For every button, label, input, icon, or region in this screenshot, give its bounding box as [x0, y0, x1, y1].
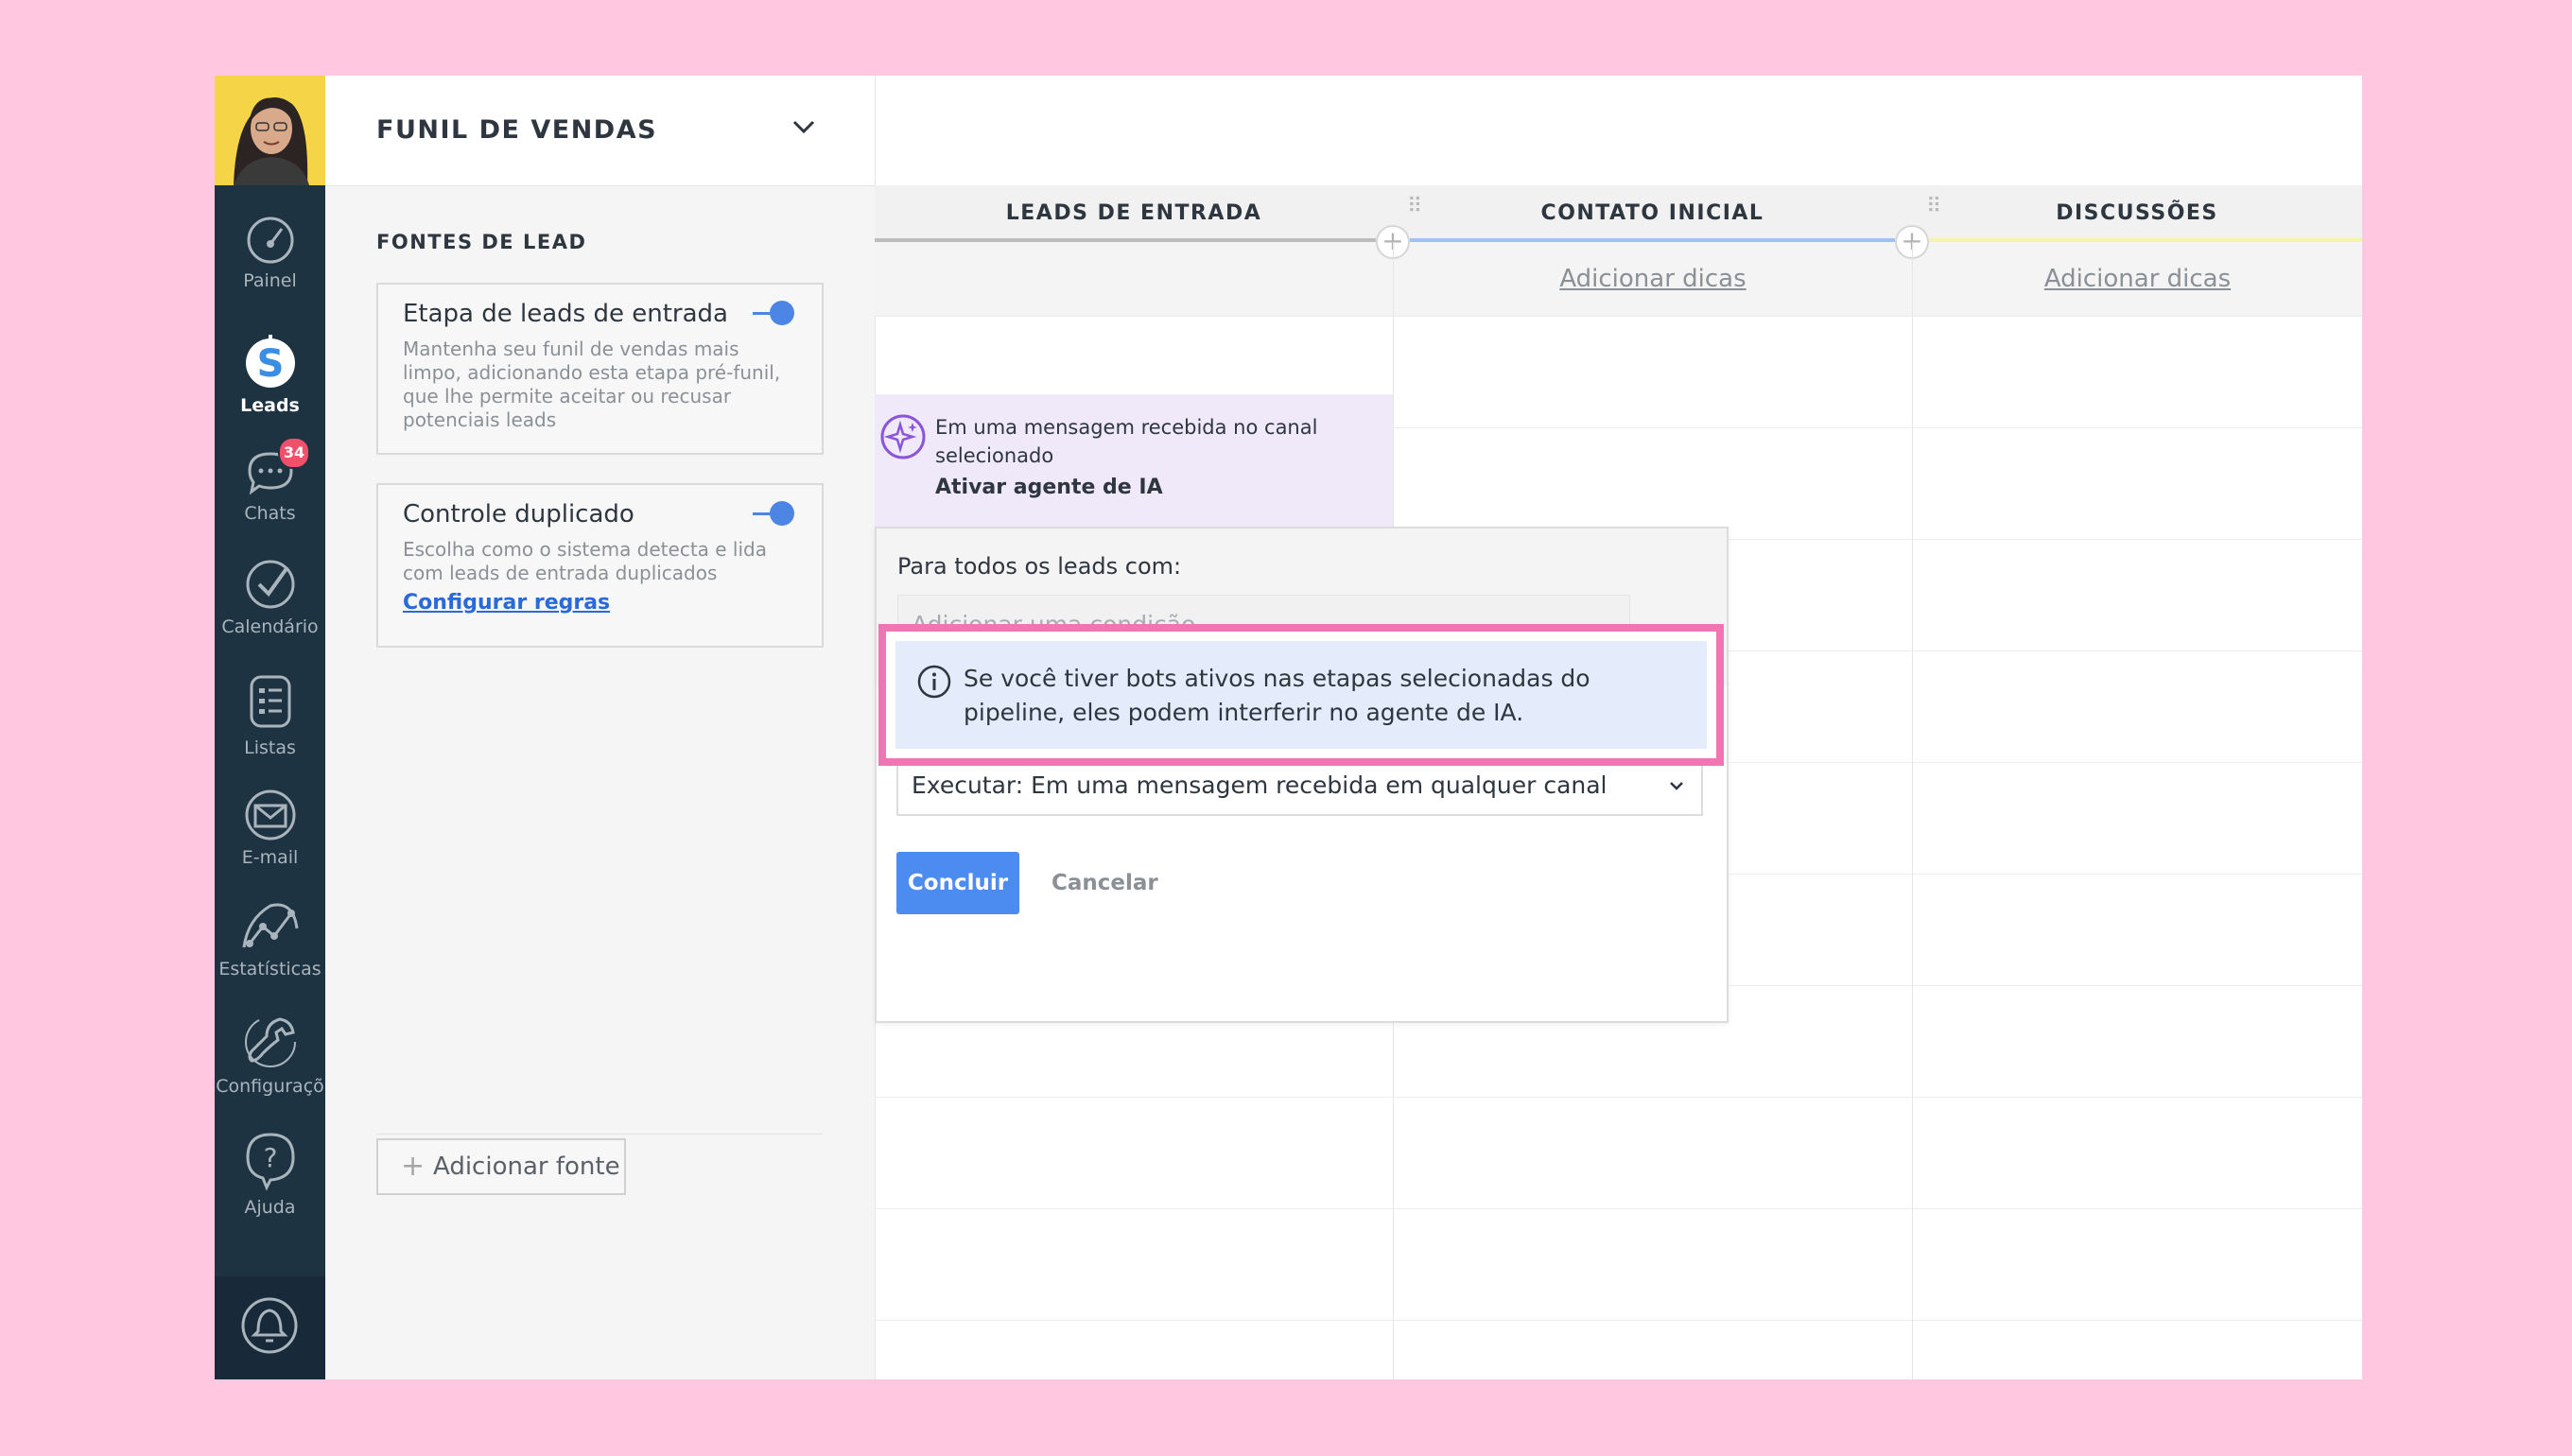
svg-text:?: ?	[263, 1142, 277, 1173]
nav-label: Configuraçõ	[216, 1076, 324, 1097]
incoming-leads-card: Etapa de leads de entrada Mantenha seu f…	[376, 283, 824, 455]
row-divider	[875, 316, 2362, 317]
column-tip-area	[875, 242, 1393, 316]
info-icon	[917, 665, 951, 699]
wrench-icon	[244, 1016, 296, 1067]
divider	[376, 1134, 824, 1135]
nav-item-chats[interactable]: 34 Chats	[215, 437, 325, 524]
chat-badge: 34	[278, 437, 310, 469]
drag-handle-icon[interactable]: ⠿	[1926, 195, 1941, 218]
drag-handle-icon[interactable]: ⠿	[1407, 195, 1422, 218]
mail-icon	[245, 789, 295, 841]
incoming-leads-toggle[interactable]	[753, 299, 796, 327]
nav-label: Chats	[244, 503, 296, 524]
add-source-button[interactable]: + Adicionar fonte	[376, 1138, 626, 1195]
card-title: Controle duplicado	[403, 500, 634, 529]
pipeline-title: FUNIL DE VENDAS	[376, 115, 658, 145]
nav-item-estatisticas[interactable]: Estatísticas	[215, 900, 325, 979]
nav-item-leads[interactable]: S Leads	[215, 333, 325, 416]
section-title: FONTES DE LEAD	[376, 231, 587, 253]
bell-icon[interactable]	[215, 1276, 325, 1379]
confirm-button[interactable]: Concluir	[896, 852, 1019, 914]
nav-item-configuracoes[interactable]: Configuraçõ	[215, 1014, 325, 1097]
info-alert: Se você tiver bots ativos nas etapas sel…	[895, 641, 1707, 749]
card-description: Mantenha seu funil de vendas mais limpo,…	[403, 338, 781, 431]
info-highlight: Se você tiver bots ativos nas etapas sel…	[878, 624, 1724, 766]
nav-label: Calendário	[221, 616, 319, 637]
app-window: Painel S Leads 34 Chats Calendário Lista…	[215, 76, 2362, 1379]
column-header-contato-inicial[interactable]: CONTATO INICIAL	[1393, 185, 1912, 242]
nav-label: E-mail	[241, 847, 299, 868]
trigger-description: Em uma mensagem recebida no canal seleci…	[935, 416, 1318, 467]
row-divider	[875, 1097, 2362, 1098]
nav-item-calendario[interactable]: Calendário	[215, 558, 325, 637]
nav-label: Painel	[243, 270, 297, 291]
nav-item-painel[interactable]: Painel	[215, 216, 325, 291]
svg-text:S: S	[256, 342, 284, 386]
info-message: Se você tiver bots ativos nas etapas sel…	[964, 665, 1590, 726]
list-icon	[250, 675, 290, 728]
nav-item-listas[interactable]: Listas	[215, 671, 325, 758]
plus-icon: +	[401, 1150, 426, 1183]
chevron-down-icon[interactable]	[791, 115, 817, 138]
nav-label: Leads	[240, 395, 300, 416]
row-divider	[875, 1208, 2362, 1209]
nav-footer	[215, 1276, 325, 1379]
cancel-button[interactable]: Cancelar	[1051, 852, 1158, 914]
nav-label: Estatísticas	[218, 959, 322, 979]
execute-select[interactable]: Executar: Em uma mensagem recebida em qu…	[896, 759, 1703, 816]
nav-label: Listas	[244, 737, 296, 758]
panel-header[interactable]: FUNIL DE VENDAS	[325, 76, 875, 186]
column-title: CONTATO INICIAL	[1540, 201, 1764, 225]
configure-rules-link[interactable]: Configurar regras	[403, 591, 610, 615]
duplicate-control-toggle[interactable]	[753, 499, 796, 528]
speedometer-icon	[247, 217, 293, 264]
sparkle-icon	[880, 414, 926, 459]
column-title: DISCUSSÕES	[2056, 201, 2218, 225]
chevron-down-icon	[1670, 782, 1683, 790]
column-title: LEADS DE ENTRADA	[1005, 201, 1262, 225]
settings-panel: FUNIL DE VENDAS FONTES DE LEAD Etapa de …	[325, 76, 876, 1379]
avatar[interactable]	[215, 76, 325, 185]
execute-value: Executar: Em uma mensagem recebida em qu…	[912, 771, 1608, 799]
help-icon: ?	[245, 1133, 295, 1191]
nav-label: Ajuda	[244, 1197, 296, 1218]
nav-item-email[interactable]: E-mail	[215, 789, 325, 868]
main-nav: Painel S Leads 34 Chats Calendário Lista…	[215, 76, 325, 1379]
column-header-leads-entrada[interactable]: LEADS DE ENTRADA	[875, 185, 1393, 242]
column-header-discussoes[interactable]: DISCUSSÕES	[1912, 185, 2362, 242]
condition-label: Para todos os leads com:	[897, 553, 1182, 580]
nav-item-ajuda[interactable]: ? Ajuda	[215, 1131, 325, 1218]
leads-icon: S	[245, 335, 295, 388]
trigger-action: Ativar agente de IA	[935, 476, 1163, 499]
add-source-label: Adicionar fonte	[433, 1153, 620, 1181]
add-tips-link[interactable]: Adicionar dicas	[1913, 242, 2362, 316]
row-divider	[875, 1320, 2362, 1321]
checkmark-icon	[246, 560, 294, 609]
card-title: Etapa de leads de entrada	[403, 300, 728, 328]
add-tips-link[interactable]: Adicionar dicas	[1394, 242, 1912, 316]
ai-agent-trigger[interactable]: Em uma mensagem recebida no canal seleci…	[875, 394, 1393, 527]
card-description: Escolha como o sistema detecta e lida co…	[403, 538, 767, 584]
duplicate-control-card: Controle duplicado Escolha como o sistem…	[376, 483, 824, 648]
stats-icon	[242, 903, 298, 948]
